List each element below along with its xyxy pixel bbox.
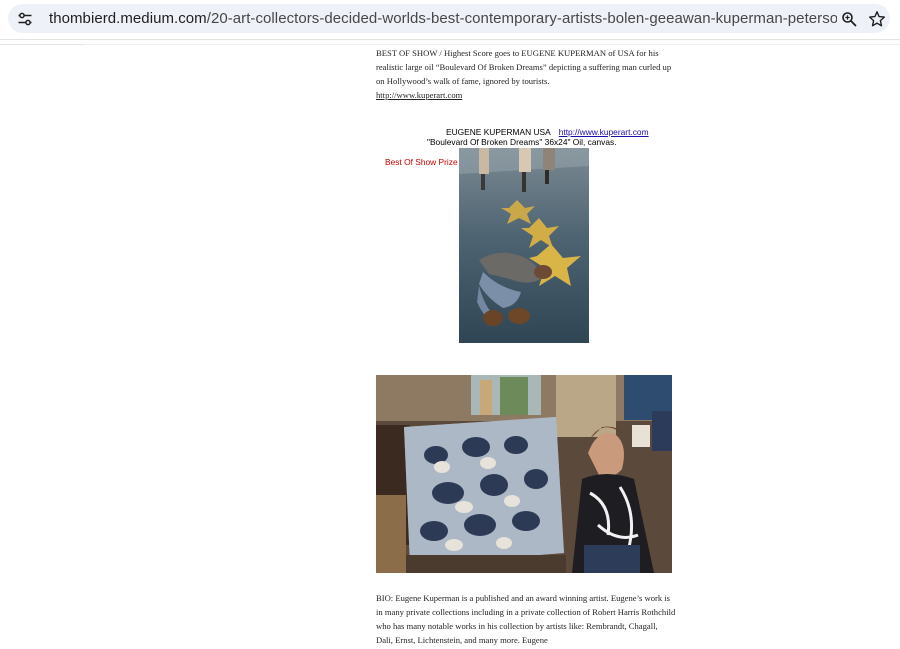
address-bar[interactable]: thombierd.medium.com/20-art-collectors-d… (8, 4, 890, 33)
painting-boulevard-of-broken-dreams (459, 148, 589, 343)
caption-details: "Boulevard Of Broken Dreams" 36x24" Oil,… (427, 137, 617, 147)
magnifier-icon[interactable] (841, 11, 857, 27)
article-paragraph-bio: BIO: Eugene Kuperman is a published and … (376, 593, 676, 645)
url-host: thombierd.medium.com (49, 10, 207, 27)
browser-toolbar: thombierd.medium.com/20-art-collectors-d… (0, 0, 900, 40)
photo-artist-with-painting (376, 375, 672, 573)
header-divider-left (0, 44, 84, 45)
caption-link[interactable]: http://www.kuperart.com (559, 127, 649, 137)
kuperart-link[interactable]: http://www.kuperart.com (376, 90, 462, 100)
header-divider (0, 44, 900, 45)
article-paragraph-best-of-show: BEST OF SHOW / Highest Score goes to EUG… (376, 46, 676, 102)
url-path: /20-art-collectors-decided-worlds-best-c… (206, 10, 837, 27)
prize-label: Best Of Show Prize (385, 157, 458, 167)
url-text[interactable]: thombierd.medium.com/20-art-collectors-d… (49, 9, 837, 29)
caption-artist: EUGENE KUPERMAN USA (446, 127, 551, 137)
paragraph-text: BEST OF SHOW / Highest Score goes to EUG… (376, 48, 672, 86)
star-icon[interactable] (868, 10, 886, 28)
tune-icon[interactable] (17, 11, 33, 27)
toolbar-divider (0, 39, 900, 40)
